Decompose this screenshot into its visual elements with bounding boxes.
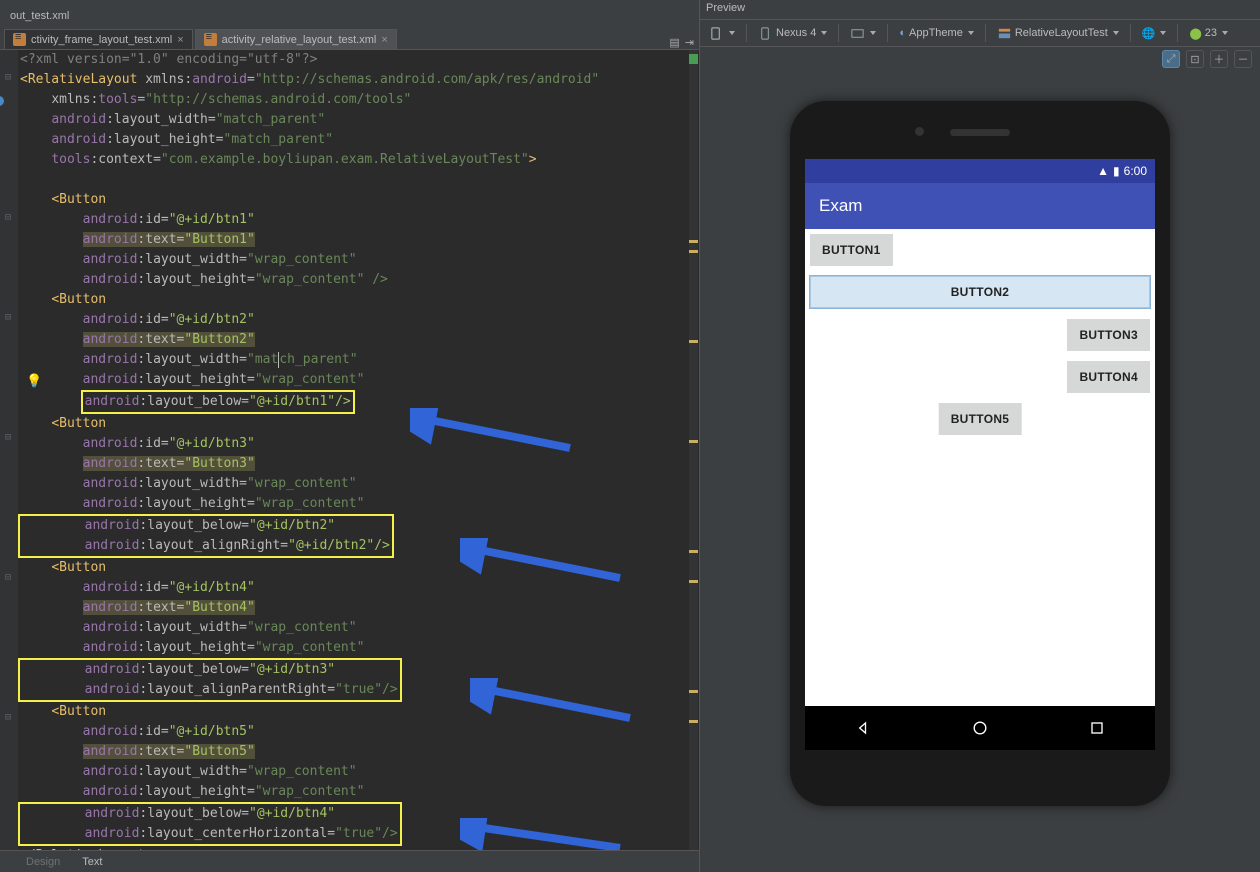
nav-back-icon[interactable]	[853, 718, 873, 738]
tab-frame-layout[interactable]: ctivity_frame_layout_test.xml ×	[4, 29, 193, 49]
preview-pane: Preview Nexus 4 ◐AppTheme RelativeLayout…	[700, 0, 1260, 872]
device-stage: ▲ ▮ 6:00 Exam BUTTON1 BUTTON2 BUTTON3 BU…	[700, 71, 1260, 872]
status-bar: ▲ ▮ 6:00	[805, 159, 1155, 183]
fold-icon[interactable]: ⊟	[3, 714, 13, 724]
fold-icon[interactable]: ⊟	[3, 74, 13, 84]
device-frame: ▲ ▮ 6:00 Exam BUTTON1 BUTTON2 BUTTON3 BU…	[790, 101, 1170, 806]
api-dropdown[interactable]: ⬤ 23	[1186, 26, 1231, 41]
device-screen[interactable]: ▲ ▮ 6:00 Exam BUTTON1 BUTTON2 BUTTON3 BU…	[805, 159, 1155, 750]
gutter: ⊟ ⊟ ⊟ ⊟ ⊟ ⊟	[0, 50, 18, 850]
orientation-dropdown[interactable]	[706, 25, 738, 42]
close-icon[interactable]: ×	[177, 34, 183, 46]
activity-dropdown[interactable]: RelativeLayoutTest	[994, 25, 1122, 42]
editor-tab-strip: out_test.xml	[0, 0, 699, 24]
zoom-in-button[interactable]: ＋	[1210, 50, 1228, 68]
globe-icon: 🌐	[1142, 27, 1156, 40]
fold-icon[interactable]: ⊟	[3, 574, 13, 584]
activity-label: RelativeLayoutTest	[1015, 27, 1108, 39]
nav-home-icon[interactable]	[970, 718, 990, 738]
marker-bar[interactable]	[689, 50, 698, 850]
zoom-controls: ⤢ ⊡ ＋ －	[700, 47, 1260, 71]
theme-icon: ◐	[899, 27, 906, 39]
wifi-icon: ▲	[1097, 164, 1109, 178]
button2[interactable]: BUTTON2	[809, 275, 1151, 309]
code-content[interactable]: <?xml version="1.0" encoding="utf-8"?> <…	[20, 50, 599, 850]
nav-recent-icon[interactable]	[1087, 718, 1107, 738]
fold-icon[interactable]: ⊟	[3, 214, 13, 224]
analysis-ok-icon	[689, 54, 698, 64]
zoom-out-button[interactable]: －	[1234, 50, 1252, 68]
close-icon[interactable]: ×	[381, 34, 387, 46]
device-label: Nexus 4	[776, 27, 816, 39]
zoom-actual-button[interactable]: ⊡	[1186, 50, 1204, 68]
button4[interactable]: BUTTON4	[1067, 361, 1150, 393]
api-label: 23	[1205, 27, 1217, 39]
tab-label: ctivity_frame_layout_test.xml	[31, 34, 172, 46]
editor-pane: out_test.xml ctivity_frame_layout_test.x…	[0, 0, 700, 872]
code-editor[interactable]: ⊟ ⊟ ⊟ ⊟ ⊟ ⊟ 💡 <?xml version="1.0" encodi…	[0, 50, 699, 850]
tab-text[interactable]: Text	[76, 853, 108, 871]
app-title: Exam	[819, 196, 862, 216]
locale-dropdown[interactable]: 🌐	[1139, 26, 1170, 41]
preview-toolbar: Nexus 4 ◐AppTheme RelativeLayoutTest 🌐 ⬤…	[700, 20, 1260, 47]
app-content: BUTTON1 BUTTON2 BUTTON3 BUTTON4 BUTTON5	[805, 229, 1155, 706]
tab-overflow-icon[interactable]: ▤ ⇥	[669, 36, 695, 49]
button3[interactable]: BUTTON3	[1067, 319, 1150, 351]
preview-title: Preview	[700, 0, 1260, 20]
fold-icon[interactable]: ⊟	[3, 434, 13, 444]
clock-text: 6:00	[1124, 164, 1147, 178]
xml-file-icon	[13, 33, 26, 46]
tab-design[interactable]: Design	[20, 853, 66, 871]
theme-dropdown[interactable]: ◐AppTheme	[896, 26, 976, 40]
phone-sensor	[915, 127, 924, 136]
tab-label: activity_relative_layout_test.xml	[222, 34, 377, 46]
zoom-fit-button[interactable]: ⤢	[1162, 50, 1180, 68]
editor-mode-tabs: Design Text	[0, 850, 699, 872]
battery-icon: ▮	[1113, 164, 1120, 178]
button5[interactable]: BUTTON5	[939, 403, 1022, 435]
device-dropdown[interactable]: Nexus 4	[755, 25, 830, 42]
fold-icon[interactable]: ⊟	[3, 314, 13, 324]
configuration-dropdown[interactable]	[847, 25, 879, 42]
phone-earpiece	[950, 129, 1010, 136]
tab-relative-layout[interactable]: activity_relative_layout_test.xml ×	[195, 29, 397, 49]
xml-file-icon	[204, 33, 217, 46]
button1[interactable]: BUTTON1	[810, 234, 893, 266]
android-icon: ⬤	[1189, 27, 1201, 40]
tab-truncated: out_test.xml	[4, 7, 75, 24]
app-bar: Exam	[805, 183, 1155, 229]
theme-label: AppTheme	[909, 27, 963, 39]
nav-bar	[805, 706, 1155, 750]
